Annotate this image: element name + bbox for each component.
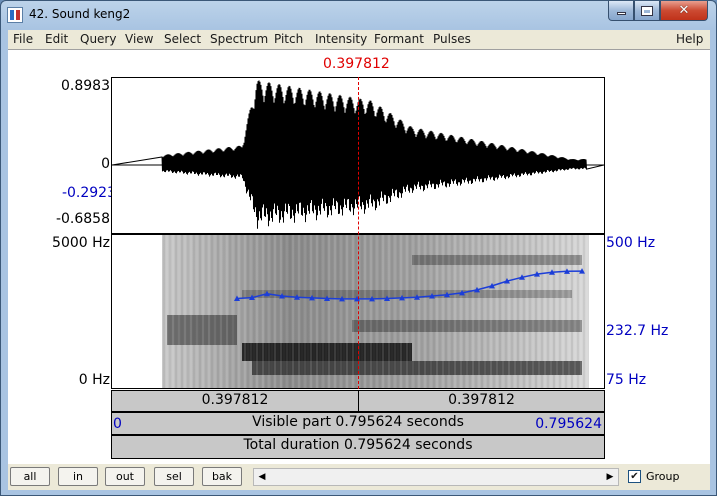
menu-pitch[interactable]: Pitch xyxy=(274,32,303,46)
menu-formant[interactable]: Formant xyxy=(374,32,424,46)
scroll-right-icon[interactable]: ▶ xyxy=(602,469,618,485)
maximize-button[interactable] xyxy=(634,1,660,21)
praat-sound-editor-window: 42. Sound keng2 ✕ File Edit Query View S… xyxy=(0,0,717,496)
menu-intensity[interactable]: Intensity xyxy=(315,32,367,46)
minimize-button[interactable] xyxy=(608,1,634,21)
bottom-toolbar: all in out sel bak ◀ ▶ ✔ Group xyxy=(8,464,710,490)
maximize-icon xyxy=(641,5,653,16)
menu-bar: File Edit Query View Select Spectrum Pit… xyxy=(8,30,710,49)
spectrogram-min-frequency-label: 0 Hz xyxy=(78,372,110,388)
editor-client-area: File Edit Query View Select Spectrum Pit… xyxy=(8,30,710,490)
cursor-time-label: 0.397812 xyxy=(323,56,390,72)
scroll-left-icon[interactable]: ◀ xyxy=(254,469,270,485)
zoom-out-button[interactable]: out xyxy=(105,467,145,486)
menu-select[interactable]: Select xyxy=(164,32,201,46)
visible-start-label: 0 xyxy=(113,416,122,432)
title-bar[interactable]: 42. Sound keng2 ✕ xyxy=(1,1,716,29)
zoom-all-button[interactable]: all xyxy=(10,467,50,486)
waveform-max-label: 0.8983 xyxy=(61,78,110,94)
editor-drawing-area[interactable]: 0.397812 0.8983 0 -0.2923 -0.6858 5000 H… xyxy=(8,50,710,464)
menu-view[interactable]: View xyxy=(125,32,153,46)
praat-app-icon xyxy=(7,7,23,23)
close-icon: ✕ xyxy=(678,3,690,18)
menu-pulses[interactable]: Pulses xyxy=(433,32,471,46)
zoom-in-button[interactable]: in xyxy=(58,467,98,486)
pitch-min-label: 75 Hz xyxy=(606,372,647,388)
time-scrollbar[interactable]: ◀ ▶ xyxy=(253,468,619,486)
waveform-cursor-value-label: -0.2923 xyxy=(61,185,116,201)
visible-end-label: 0.795624 xyxy=(535,416,602,432)
pitch-cursor-value-label: 232.7 Hz xyxy=(606,323,669,339)
close-button[interactable]: ✕ xyxy=(660,1,708,21)
zoom-sel-button[interactable]: sel xyxy=(154,467,194,486)
pitch-max-label: 500 Hz xyxy=(606,235,656,251)
minimize-icon xyxy=(616,12,626,15)
zoom-back-button[interactable]: bak xyxy=(202,467,242,486)
total-duration-label: Total duration 0.795624 seconds xyxy=(243,437,473,453)
time-cursor-line xyxy=(358,77,359,389)
menu-file[interactable]: File xyxy=(13,32,33,46)
spectrogram-max-frequency-label: 5000 Hz xyxy=(52,235,110,251)
group-checkbox-label: Group xyxy=(646,470,680,483)
selection-right-part[interactable]: 0.397812 xyxy=(358,390,605,412)
selection-right-duration: 0.397812 xyxy=(448,392,515,408)
menu-spectrum[interactable]: Spectrum xyxy=(210,32,268,46)
total-duration-bar[interactable]: Total duration 0.795624 seconds xyxy=(111,435,605,459)
group-checkbox[interactable]: ✔ xyxy=(628,470,641,483)
window-title: 42. Sound keng2 xyxy=(29,7,131,21)
menu-query[interactable]: Query xyxy=(80,32,116,46)
menu-edit[interactable]: Edit xyxy=(45,32,68,46)
waveform-zero-label: 0 xyxy=(101,156,110,172)
menu-help[interactable]: Help xyxy=(676,32,703,46)
selection-left-part[interactable]: 0.397812 xyxy=(111,390,359,412)
waveform-min-label: -0.6858 xyxy=(55,211,110,227)
selection-left-duration: 0.397812 xyxy=(201,392,269,408)
